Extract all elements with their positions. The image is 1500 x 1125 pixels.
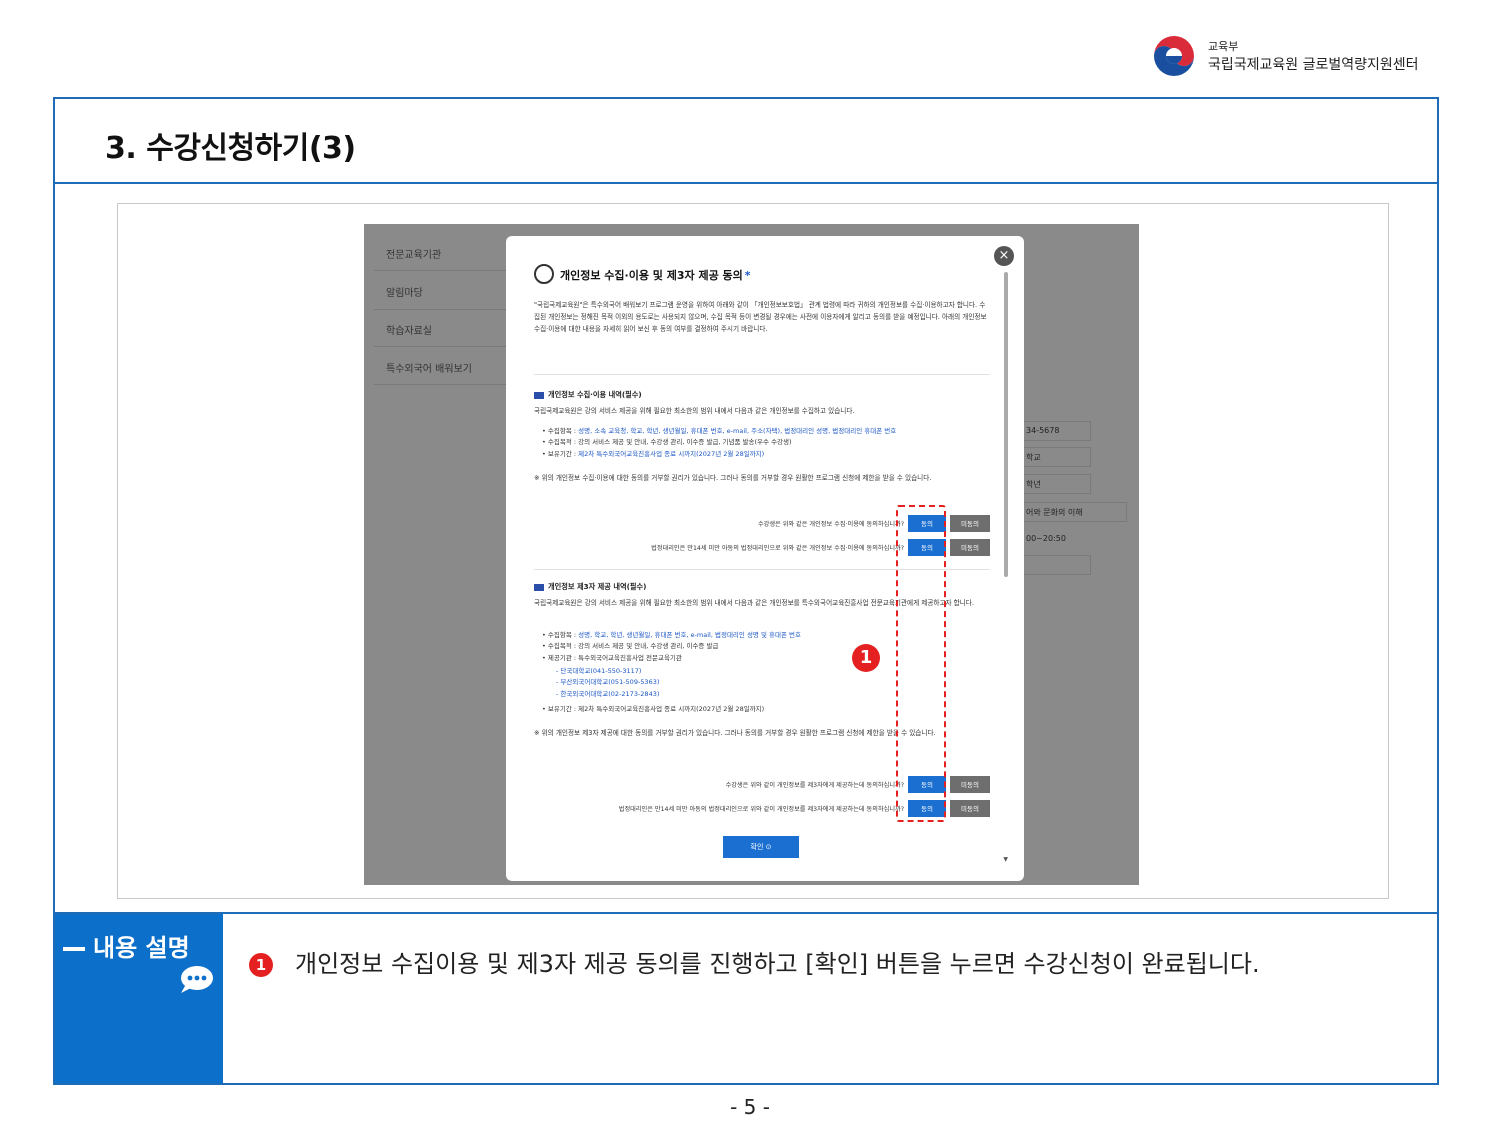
- list-item: 단국대학교(041-550-3117): [556, 666, 659, 677]
- side-item[interactable]: 알림마당: [386, 284, 423, 299]
- question-text: 수강생은 위와 같이 개인정보를 제3자에게 제공하는데 동의하십니까?: [725, 781, 904, 789]
- list-item: 수집항목 : 성명, 소속 교육청, 학교, 학년, 생년월일, 휴대폰 번호,…: [542, 426, 994, 437]
- question-text: 법정대리인은 만14세 미만 아동의 법정대리인으로 위와 같은 개인정보 수집…: [651, 544, 904, 552]
- step-number: 1: [249, 953, 273, 977]
- bg-field-phone[interactable]: 34-5678: [1019, 421, 1091, 441]
- ministry-logo: 교육부 국립국제교육원 글로벌역량지원센터: [1152, 32, 1442, 80]
- bg-field-time: 00~20:50: [1026, 534, 1066, 543]
- app-screenshot: 전문교육기관 알림마당 학습자료실 특수외국어 배워보기 34-5678 학교 …: [364, 224, 1139, 885]
- modal-title: 개인정보 수집·이용 및 제3자 제공 동의 *: [560, 269, 751, 282]
- bg-field-grade[interactable]: 학년: [1019, 474, 1091, 494]
- bg-field-school[interactable]: 학교: [1019, 447, 1091, 467]
- chat-bubble-icon: [181, 966, 213, 993]
- ministry-name: 교육부: [1208, 40, 1239, 53]
- screenshot-box: 전문교육기관 알림마당 학습자료실 특수외국어 배워보기 34-5678 학교 …: [117, 203, 1389, 899]
- section1-title: 개인정보 수집·이용 내역(필수): [534, 390, 642, 400]
- agree-highlight-box: [896, 505, 946, 822]
- section1-desc: 국립국제교육원은 강의 서비스 제공을 위해 필요한 최소한의 범위 내에서 다…: [534, 407, 855, 415]
- section2-title: 개인정보 제3자 제공 내역(필수): [534, 582, 646, 592]
- question-text: 법정대리인은 만14세 미만 아동의 법정대리인으로 위와 같이 개인정보를 제…: [618, 805, 904, 813]
- list-item: 수집목적 : 강의 서비스 제공 및 안내, 수강생 관리, 이수증 발급, 기…: [542, 437, 994, 448]
- consent-question-row: 수강생은 위와 같은 개인정보 수집·이용에 동의하십니까? 동의 미동의: [758, 514, 990, 532]
- step-marker: 1: [852, 644, 880, 672]
- taegeuk-logo-icon: [1152, 34, 1196, 78]
- modal-intro: "국립국제교육원"은 특수외국어 배워보기 프로그램 운영을 위하여 아래와 같…: [534, 301, 987, 333]
- disagree-button[interactable]: 미동의: [950, 538, 990, 556]
- required-mark: *: [744, 269, 751, 282]
- page-number: - 5 -: [730, 1095, 770, 1119]
- page-title: 3. 수강신청하기(3): [105, 131, 356, 166]
- disagree-button[interactable]: 미동의: [950, 514, 990, 532]
- section-icon: [534, 583, 544, 591]
- divider: [534, 374, 990, 375]
- consent-modal: × ▼ 개인정보 수집·이용 및 제3자 제공 동의 * "국립국제교육원"은 특…: [506, 236, 1024, 881]
- question-text: 수강생은 위와 같은 개인정보 수집·이용에 동의하십니까?: [757, 520, 904, 528]
- side-item[interactable]: 특수외국어 배워보기: [386, 360, 472, 375]
- close-icon[interactable]: ×: [994, 246, 1014, 266]
- list-item: 한국외국어대학교(02-2173-2843): [556, 689, 659, 700]
- title-bar: 3. 수강신청하기(3): [55, 99, 1437, 184]
- description-text: 1 개인정보 수집이용 및 제3자 제공 동의를 진행하고 [확인] 버튼을 누르…: [249, 944, 1260, 979]
- description-label-column: 내용 설명: [55, 914, 223, 1083]
- disagree-button[interactable]: 미동의: [950, 799, 990, 817]
- list-item: 보유기간 : 제2차 특수외국어교육진흥사업 종료 시까지(2027년 2월 2…: [542, 449, 994, 460]
- modal-scrollbar[interactable]: [1004, 272, 1008, 577]
- side-item[interactable]: 학습자료실: [386, 322, 432, 337]
- disagree-button[interactable]: 미동의: [950, 775, 990, 793]
- dash-icon: [63, 947, 85, 951]
- center-name: 국립국제교육원 글로벌역량지원센터: [1208, 57, 1419, 73]
- side-item[interactable]: 전문교육기관: [386, 246, 441, 261]
- section1-notice: ※ 위의 개인정보 수집·이용에 대한 동의를 거부할 권리가 있습니다. 그러…: [534, 474, 932, 482]
- document-search-icon: [534, 264, 554, 284]
- section-icon: [534, 391, 544, 399]
- description-label: 내용 설명: [63, 928, 190, 963]
- institution-list: 단국대학교(041-550-3117) 부산외국어대학교(051-509-536…: [556, 666, 659, 700]
- section1-list: 수집항목 : 성명, 소속 교육청, 학교, 학년, 생년월일, 휴대폰 번호,…: [542, 426, 994, 460]
- content-frame: 3. 수강신청하기(3) 전문교육기관 알림마당 학습자료실 특수외국어 배워보…: [53, 97, 1439, 1085]
- consent-question-row: 수강생은 위와 같이 개인정보를 제3자에게 제공하는데 동의하십니까? 동의 …: [726, 775, 990, 793]
- description-box: 내용 설명 1 개인정보 수집이용 및 제3자 제공 동의를 진행하고 [확인] …: [55, 912, 1437, 1083]
- list-item: 부산외국어대학교(051-509-5363): [556, 677, 659, 688]
- scroll-down-icon[interactable]: ▼: [1003, 856, 1008, 863]
- bg-field-course[interactable]: 어와 문화의 이해: [1019, 502, 1127, 522]
- bg-field-select[interactable]: [1019, 555, 1091, 575]
- confirm-button[interactable]: 확인 ⊙: [723, 836, 799, 858]
